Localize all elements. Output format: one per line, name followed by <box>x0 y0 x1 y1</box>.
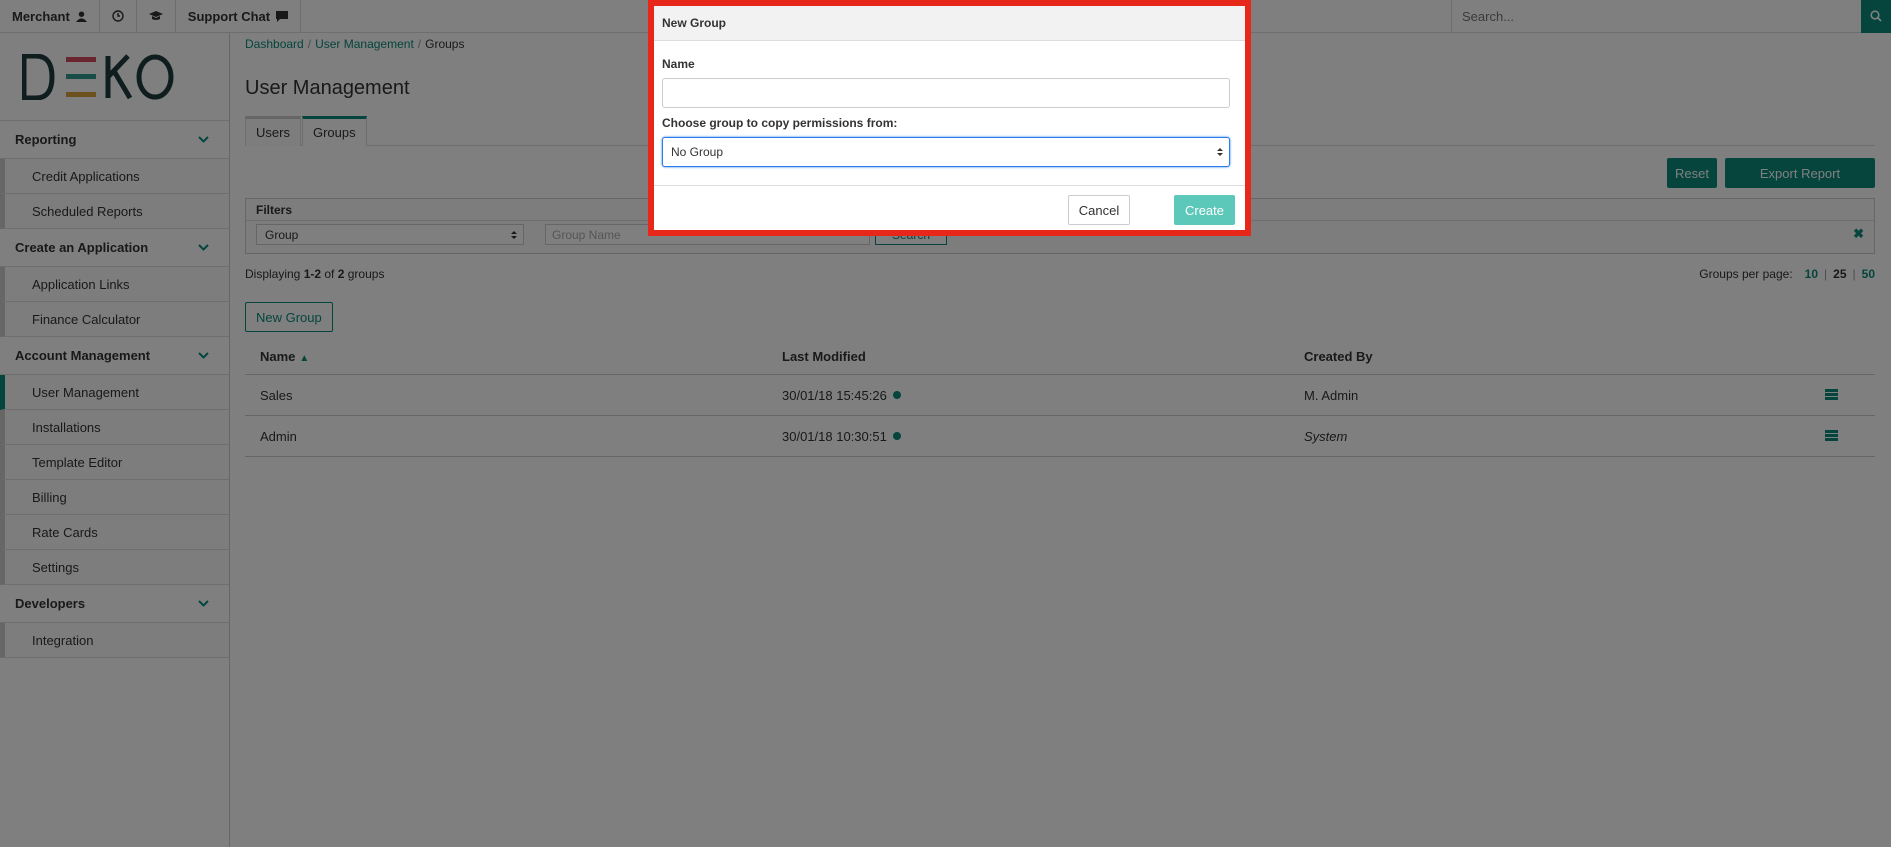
group-name-input[interactable] <box>662 78 1230 108</box>
select-arrows-icon <box>1217 148 1223 156</box>
copy-permissions-value: No Group <box>671 145 724 159</box>
cancel-label: Cancel <box>1078 202 1120 218</box>
new-group-modal: New Group Name Choose group to copy perm… <box>648 0 1251 236</box>
create-label: Create <box>1184 202 1225 218</box>
copy-permissions-select[interactable]: No Group <box>662 137 1230 167</box>
modal-body: Name Choose group to copy permissions fr… <box>654 41 1245 186</box>
modal-footer: Cancel Create <box>654 186 1245 230</box>
copy-permissions-label: Choose group to copy permissions from: <box>662 116 898 130</box>
cancel-button[interactable]: Cancel <box>1068 195 1130 225</box>
modal-title: New Group <box>654 6 1245 41</box>
create-button[interactable]: Create <box>1174 195 1235 225</box>
group-name-label: Name <box>662 57 695 71</box>
